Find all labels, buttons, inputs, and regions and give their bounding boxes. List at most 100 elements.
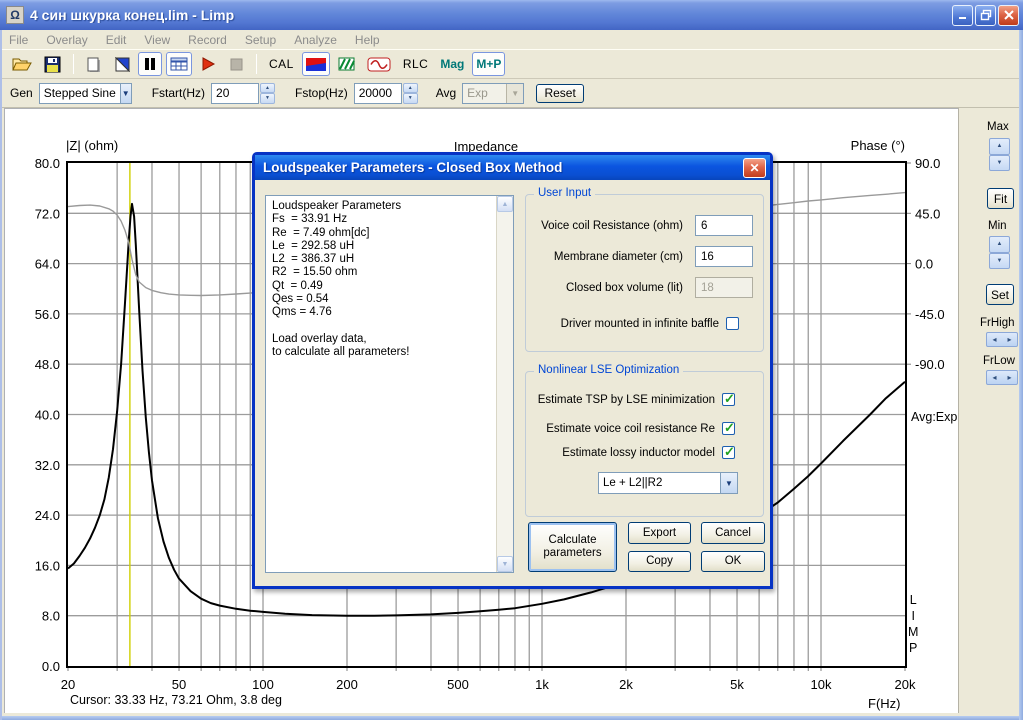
watermark-letter: I (911, 609, 915, 623)
set-button[interactable]: Set (986, 284, 1014, 305)
report-line: Re = 7.49 ohm[dc] (272, 226, 370, 239)
estimate-re-checkbox[interactable] (722, 420, 735, 436)
new-overlay-button[interactable] (82, 52, 106, 76)
window-frame-left (0, 30, 2, 720)
membrane-diameter-input[interactable]: 16 (695, 246, 753, 267)
cursor-readout: Cursor: 33.33 Hz, 73.21 Ohm, 3.8 deg (70, 693, 282, 707)
spin-down-icon[interactable]: ▼ (989, 252, 1010, 269)
cancel-button[interactable]: Cancel (701, 522, 765, 544)
spin-up-icon[interactable]: ▲ (402, 82, 418, 93)
report-line: Loudspeaker Parameters (272, 200, 402, 212)
rlc-button[interactable]: RLC (399, 52, 433, 76)
spin-down-icon[interactable]: ▼ (989, 154, 1010, 171)
magnitude-display-button[interactable] (301, 52, 330, 76)
box-volume-value: 18 (701, 281, 714, 294)
left-axis-title: |Z| (ohm) (66, 138, 119, 153)
close-button[interactable] (998, 4, 1019, 26)
fstart-input[interactable]: 20 (211, 82, 260, 104)
dialog-body: Loudspeaker Parameters Fs = 33.91 Hz Re = … (255, 180, 770, 586)
spin-up-icon[interactable]: ▲ (989, 236, 1010, 253)
calculate-parameters-button[interactable]: Calculate parameters (528, 522, 617, 572)
mag-mode-button[interactable]: Mag (436, 52, 468, 76)
menu-item-overlay[interactable]: Overlay (37, 33, 96, 47)
stop-record-button[interactable] (224, 52, 248, 76)
menu-item-file[interactable]: File (0, 33, 37, 47)
scroll-down-icon[interactable]: ▼ (497, 556, 513, 572)
menu-item-record[interactable]: Record (179, 33, 236, 47)
dialog-title-bar[interactable]: Loudspeaker Parameters - Closed Box Meth… (255, 155, 770, 180)
chevron-down-icon[interactable]: ▼ (720, 473, 737, 493)
inductor-model-value: Le + L2||R2 (603, 477, 663, 489)
spin-up-icon[interactable]: ▲ (989, 138, 1010, 155)
max-stepper[interactable]: ▲ ▼ (989, 138, 1010, 171)
parameters-report-box[interactable]: Loudspeaker Parameters Fs = 33.91 Hz Re = … (265, 195, 514, 573)
inductor-model-select[interactable]: Le + L2||R2 ▼ (598, 472, 738, 494)
avg-value: Exp (467, 86, 488, 100)
mag-phase-mode-button[interactable]: M+P (472, 52, 506, 76)
frlow-stepper[interactable]: ◂ ▸ (986, 370, 1018, 385)
dialog-title: Loudspeaker Parameters - Closed Box Meth… (263, 160, 563, 175)
minimize-button[interactable] (952, 4, 973, 26)
watermark-letter: L (909, 593, 917, 607)
frlow-label: FrLow (983, 355, 1015, 367)
fstop-stepper[interactable]: ▲ ▼ (402, 82, 418, 104)
menu-item-view[interactable]: View (135, 33, 179, 47)
save-button[interactable] (40, 52, 65, 76)
estimate-tsp-label: Estimate TSP by LSE minimization (537, 393, 715, 406)
edit-overlay-button[interactable] (110, 52, 134, 76)
spin-right-icon[interactable]: ▸ (1002, 333, 1017, 346)
baffle-checkbox[interactable] (726, 317, 739, 330)
frhigh-stepper[interactable]: ◂ ▸ (986, 332, 1018, 347)
table-view-button[interactable] (166, 52, 192, 76)
report-scrollbar[interactable]: ▲ ▼ (496, 196, 513, 572)
title-bar[interactable]: Ω 4 син шкурка конец.lim - Limp (0, 0, 1023, 30)
spin-down-icon[interactable]: ▼ (260, 93, 276, 104)
x-axis-title: F(Hz) (868, 696, 901, 711)
chevron-down-icon[interactable]: ▼ (119, 83, 131, 103)
mag-label: Mag (440, 57, 465, 71)
generator-setup-button[interactable] (363, 52, 395, 76)
min-stepper[interactable]: ▲ ▼ (989, 236, 1010, 269)
watermark-letter: P (909, 641, 918, 655)
reset-button[interactable]: Reset (536, 83, 585, 103)
box-volume-input: 18 (695, 277, 753, 298)
report-line: R2 = 15.50 ohm (272, 266, 358, 279)
copy-button[interactable]: Copy (628, 551, 691, 572)
start-record-button[interactable] (196, 52, 220, 76)
menu-item-edit[interactable]: Edit (97, 33, 136, 47)
open-file-button[interactable] (8, 52, 36, 76)
spin-right-icon[interactable]: ▸ (1002, 371, 1017, 384)
spin-left-icon[interactable]: ◂ (987, 371, 1002, 384)
voice-coil-label: Voice coil Resistance (ohm) (541, 219, 683, 232)
spin-left-icon[interactable]: ◂ (987, 333, 1002, 346)
cal-label: CAL (269, 57, 294, 71)
ok-button[interactable]: OK (701, 551, 765, 572)
voice-coil-input[interactable]: 6 (695, 215, 753, 236)
right-axis-title: Phase (°) (850, 138, 905, 153)
menu-item-analyze[interactable]: Analyze (285, 33, 346, 47)
spin-up-icon[interactable]: ▲ (260, 82, 276, 93)
calibrate-button[interactable]: CAL (265, 52, 298, 76)
menu-item-setup[interactable]: Setup (236, 33, 285, 47)
overlay-manager-button[interactable] (334, 52, 359, 76)
open-folder-icon (12, 58, 32, 71)
menu-item-help[interactable]: Help (346, 33, 389, 47)
restore-button[interactable] (975, 4, 996, 26)
report-line: Fs = 33.91 Hz (272, 213, 348, 226)
pause-view-button[interactable] (138, 52, 162, 76)
fstart-stepper[interactable]: ▲ ▼ (260, 82, 276, 104)
scroll-up-icon[interactable]: ▲ (497, 196, 513, 212)
restore-icon (980, 9, 991, 21)
rlc-label: RLC (402, 57, 429, 71)
spin-down-icon[interactable]: ▼ (402, 93, 418, 104)
export-button[interactable]: Export (628, 522, 691, 544)
estimate-tsp-checkbox[interactable] (722, 391, 735, 407)
dialog-close-button[interactable]: ✕ (743, 158, 766, 178)
fstop-input[interactable]: 20000 (353, 82, 402, 104)
report-line: Qt = 0.49 (272, 279, 323, 292)
fit-button[interactable]: Fit (987, 188, 1014, 209)
estimate-inductor-checkbox[interactable] (722, 444, 735, 460)
generator-type-value: Stepped Sine (43, 86, 116, 100)
generator-type-select[interactable]: Stepped Sine ▼ (38, 82, 132, 104)
window-frame-bottom (0, 716, 1023, 720)
